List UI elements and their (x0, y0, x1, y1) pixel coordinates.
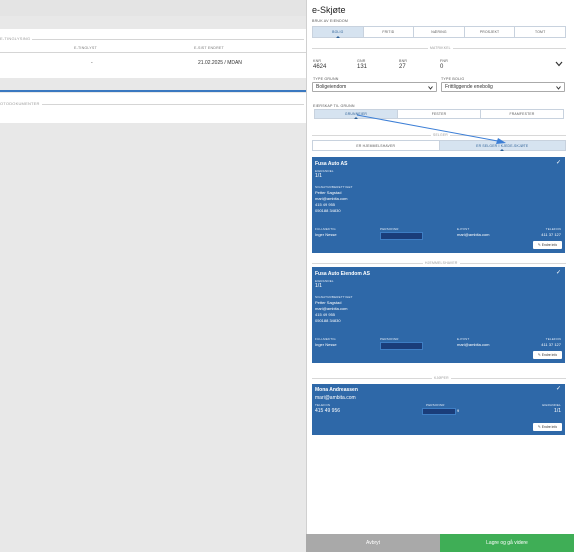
personnr-label: PERSONNR (380, 337, 399, 341)
accent-divider (0, 90, 306, 92)
fullmektig-value: Inger Nesse (315, 232, 337, 237)
check-icon: ✓ (555, 270, 561, 276)
fullmektig-label: FULLMEKTIG (315, 227, 336, 231)
type-grunn-select[interactable]: Boligeiendom (312, 82, 437, 92)
endre-info-label: Endre info (541, 353, 558, 357)
epost-label: E-POST (457, 227, 470, 231)
signatur-line: mari@ambita.com (315, 306, 348, 311)
eierandel-label: EIERANDEL (542, 403, 561, 407)
endre-info-button[interactable]: ✎ Endre info (533, 351, 562, 359)
redacted-personnr (380, 232, 423, 240)
pencil-icon: ✎ (537, 353, 541, 357)
tab-prosjekt[interactable]: PROSJEKT (465, 27, 516, 37)
bnr-value: 27 (399, 64, 406, 70)
personnr-label: PERSONNR (380, 227, 399, 231)
selger-card-1: Fusa Auto AS ✓ EIERANDEL 1/1 SIGNATURBER… (312, 157, 565, 253)
telefon-value: 415 49 956 (315, 408, 341, 414)
eierskap-label: EIERSKAP TIL GRUNN (313, 104, 355, 108)
signatur-line: 415 49 955 (315, 312, 336, 317)
signatur-line: Petter Sagstad (315, 190, 342, 195)
annotation-arrow (356, 114, 506, 144)
signatur-label: SIGNATURBERETTIGET (315, 295, 353, 299)
signatur-line: Petter Sagstad (315, 300, 342, 305)
signatur-line: mari@ambita.com (315, 196, 348, 201)
chevron-down-icon (556, 86, 561, 90)
type-bolig-label: TYPE BOLIG (441, 77, 465, 81)
cancel-button[interactable]: Avbryt (306, 534, 440, 552)
type-grunn-label: TYPE GRUNN (313, 77, 339, 81)
tab-fritid[interactable]: FRITID (364, 27, 415, 37)
panel-title: e-Skjøte (312, 5, 346, 15)
sist-endret-value: 21.02.2025 / MDAN (198, 60, 242, 66)
endre-info-label: Endre info (541, 425, 558, 429)
col-sist-endret: E-SIST ENDRET (194, 46, 224, 50)
seller-name: Fusa Auto AS (315, 161, 348, 167)
signatur-line: 050188 34830 (315, 318, 341, 323)
dokumenter-card: OTODOKUMENTER (0, 93, 306, 123)
seller-name: Fusa Auto Eiendom AS (315, 271, 370, 277)
endre-info-button[interactable]: ✎ Endre info (533, 241, 562, 249)
kjoper-divider: KJØPER (432, 376, 451, 380)
signatur-label: SIGNATURBERETTIGET (315, 185, 353, 189)
fnr-label: FNR (440, 59, 448, 63)
etinglyst-value: - (91, 60, 93, 66)
eierandel-value: 1/1 (315, 283, 322, 289)
col-etinglyst: E-TINGLYST (74, 46, 97, 50)
tab-bolig[interactable]: BOLIG (313, 27, 364, 38)
fullmektig-label: FULLMEKTIG (315, 337, 336, 341)
epost-value: mari@ambita.com (457, 342, 490, 347)
buyer-name: Mona Andreassen (315, 387, 358, 393)
bruk-tabs: BOLIG FRITID NÆRING PROSJEKT TOMT (312, 26, 566, 38)
type-bolig-select[interactable]: Frittliggende enebolig (441, 82, 565, 92)
endre-info-label: Endre info (541, 243, 558, 247)
gnr-value: 131 (357, 64, 368, 70)
type-bolig-value: Frittliggende enebolig (445, 84, 493, 90)
epost-value: mari@ambita.com (457, 232, 490, 237)
selger-card-2: Fusa Auto Eiendom AS ✓ EIERANDEL 1/1 SIG… (312, 267, 565, 363)
dokumenter-title: OTODOKUMENTER (0, 101, 42, 106)
eierandel-value: 1/1 (554, 408, 561, 414)
eierandel-value: 1/1 (315, 173, 322, 179)
bruk-label: BRUK AV EIENDOM (312, 19, 349, 23)
redacted-personnr (422, 408, 456, 415)
tinglysing-card: E-TINGLYSING E-TINGLYST E-SIST ENDRET - … (0, 29, 306, 78)
type-grunn-value: Boligeiendom (316, 84, 347, 90)
personnr-label: PERSONNR (426, 403, 445, 407)
knr-label: KNR (313, 59, 322, 63)
page-header-bar (0, 0, 306, 16)
chevron-down-icon (428, 86, 433, 90)
pencil-icon: ✎ (537, 243, 541, 247)
hjemmelshaver-divider: HJEMMELSHAVER (423, 261, 460, 265)
buyer-email: mari@ambita.com (315, 395, 356, 401)
redacted-personnr (380, 342, 423, 350)
background-page: E-TINGLYSING E-TINGLYST E-SIST ENDRET - … (0, 0, 306, 552)
bnr-label: BNR (399, 59, 408, 63)
signatur-line: 415 49 955 (315, 202, 336, 207)
telefon-label: TELEFON (315, 403, 331, 407)
pencil-icon: ✎ (537, 425, 541, 429)
fullmektig-value: Inger Nesse (315, 342, 337, 347)
tinglysing-title: E-TINGLYSING (0, 36, 33, 41)
gnr-label: GNR (357, 59, 366, 63)
kjoper-card: Mona Andreassen ✓ mari@ambita.com TELEFO… (312, 384, 565, 435)
telefon-label: TELEFON (545, 227, 561, 231)
matrikkel-divider: MATRIKKEL (428, 46, 453, 50)
telefon-label: TELEFON (545, 337, 561, 341)
chevron-down-icon[interactable] (555, 61, 563, 67)
epost-label: E-POST (457, 337, 470, 341)
check-icon: ✓ (555, 160, 561, 166)
endre-info-button[interactable]: ✎ Endre info (533, 423, 562, 431)
knr-value: 4624 (313, 64, 327, 70)
personnr-suffix: 9 (457, 408, 460, 413)
telefon-value: 411 37 127 (541, 342, 561, 347)
save-and-continue-button[interactable]: Lagre og gå videre (440, 534, 574, 552)
tab-naering[interactable]: NÆRING (414, 27, 465, 37)
fnr-value: 0 (440, 64, 444, 70)
tab-tomt[interactable]: TOMT (515, 27, 565, 37)
telefon-value: 411 37 127 (541, 232, 561, 237)
check-icon: ✓ (555, 386, 561, 392)
signatur-line: 050188 34830 (315, 208, 341, 213)
